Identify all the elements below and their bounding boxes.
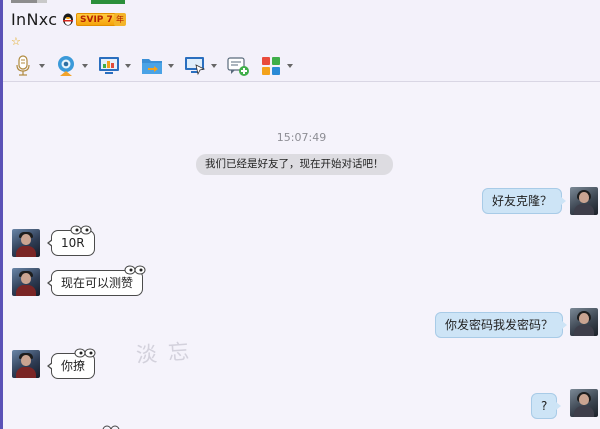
chat-toolbar: [11, 53, 302, 79]
penguin-icon: [63, 13, 73, 26]
incoming-message[interactable]: 10R: [47, 225, 95, 256]
avatar[interactable]: [570, 187, 598, 215]
avatar[interactable]: [570, 308, 598, 336]
message-text: 你撩: [61, 359, 86, 373]
bubble-decoration-icon: [70, 225, 92, 235]
year-badge: 年: [114, 13, 126, 26]
remote-desktop-icon: [185, 57, 206, 76]
chevron-down-icon[interactable]: [168, 64, 174, 68]
screen-share-icon: [99, 57, 119, 74]
chevron-down-icon[interactable]: [125, 64, 131, 68]
top-strip: [11, 0, 37, 3]
chat-header: InNxc SVIP 7 年 ☆: [3, 0, 600, 82]
incoming-message[interactable]: 现在可以测赞: [46, 265, 146, 296]
chevron-down-icon[interactable]: [39, 64, 45, 68]
new-chat-button[interactable]: [226, 55, 250, 77]
avatar[interactable]: [12, 268, 40, 296]
microphone-icon: [16, 55, 30, 76]
new-chat-icon: [227, 57, 249, 76]
level-star-icon[interactable]: ☆: [11, 35, 21, 48]
screen-share-button[interactable]: [97, 55, 131, 77]
outgoing-message[interactable]: 你发密码我发密码？: [435, 312, 568, 338]
vip-badge[interactable]: SVIP 7: [76, 13, 117, 26]
message-timestamp: 15:07:49: [276, 131, 327, 144]
apps-grid-icon: [262, 57, 280, 75]
voice-call-button[interactable]: [11, 55, 45, 77]
video-call-button[interactable]: [54, 55, 88, 77]
avatar[interactable]: [12, 350, 40, 378]
avatar[interactable]: [12, 229, 40, 257]
message-text: 现在可以测赞: [61, 276, 134, 290]
chevron-down-icon[interactable]: [287, 64, 293, 68]
bubble-decoration-icon: [124, 265, 146, 275]
avatar[interactable]: [570, 389, 598, 417]
bubble-decoration-icon: [74, 348, 96, 358]
apps-button[interactable]: [259, 55, 293, 77]
contact-name[interactable]: InNxc: [11, 10, 57, 29]
remote-desktop-button[interactable]: [183, 55, 217, 77]
incoming-message[interactable]: 你撩: [46, 348, 96, 379]
system-message: 我们已经是好友了，现在开始对话吧！: [196, 154, 393, 175]
outgoing-message[interactable]: ?: [531, 393, 562, 419]
watermark: 淡忘: [135, 338, 201, 368]
file-transfer-icon: [142, 59, 162, 74]
partial-decoration-icon: [102, 425, 120, 429]
outgoing-message[interactable]: 好友克隆？: [482, 188, 567, 214]
file-transfer-button[interactable]: [140, 55, 174, 77]
chevron-down-icon[interactable]: [211, 64, 217, 68]
webcam-icon: [58, 56, 74, 76]
message-text: 10R: [61, 236, 85, 250]
chat-message-area[interactable]: 15:07:49 我们已经是好友了，现在开始对话吧！ 好友克隆？ 10R 现在可…: [3, 83, 600, 429]
top-strip: [91, 0, 125, 4]
chevron-down-icon[interactable]: [82, 64, 88, 68]
top-strip: [37, 0, 47, 3]
